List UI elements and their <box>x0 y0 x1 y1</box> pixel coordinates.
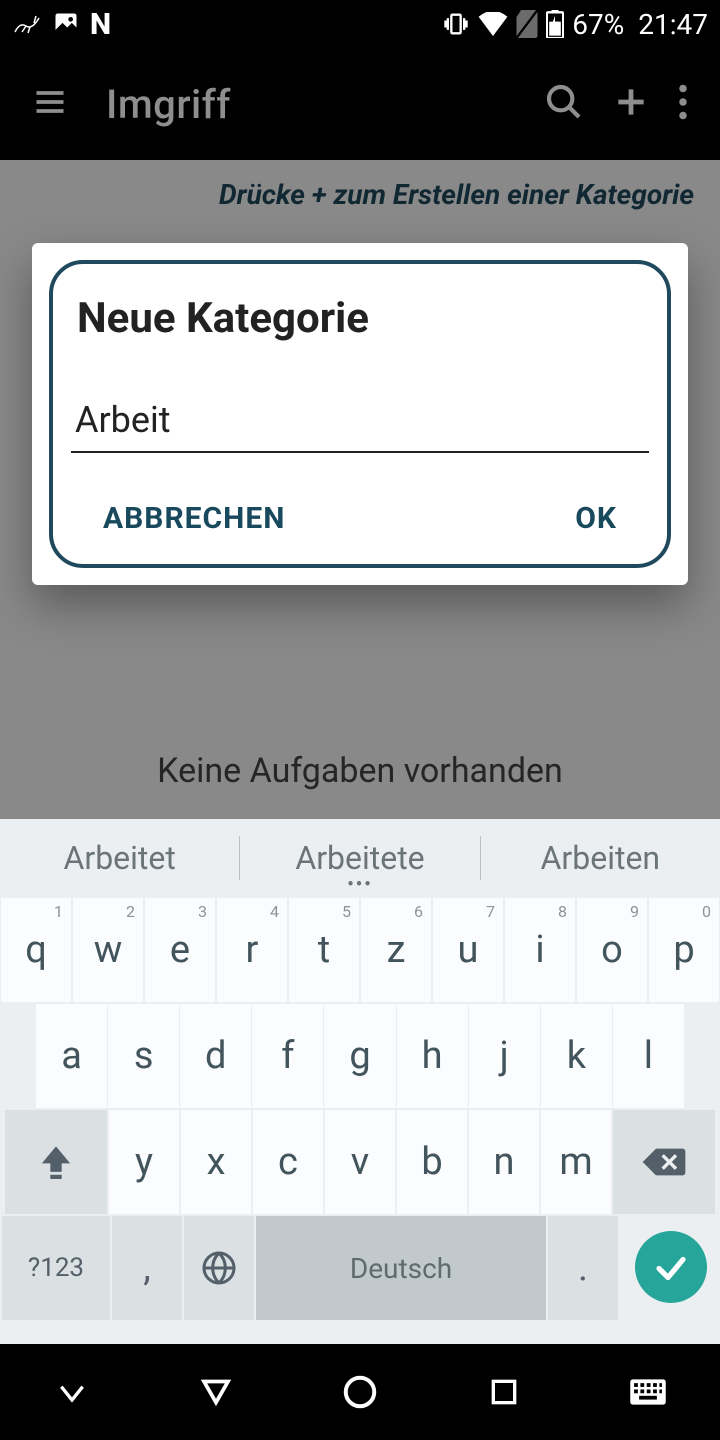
key-m[interactable]: m <box>541 1110 611 1214</box>
key-j[interactable]: j <box>469 1004 540 1108</box>
add-icon[interactable] <box>598 83 664 125</box>
image-icon <box>52 10 80 38</box>
key-w[interactable]: w2 <box>73 898 143 1002</box>
recents-button[interactable] <box>474 1362 534 1422</box>
search-icon[interactable] <box>530 82 598 126</box>
enter-key[interactable] <box>635 1231 707 1303</box>
comma-key[interactable]: , <box>112 1216 182 1320</box>
no-sim-icon <box>516 10 538 38</box>
key-f[interactable]: f <box>252 1004 323 1108</box>
cancel-button[interactable]: ABBRECHEN <box>77 493 311 544</box>
key-x[interactable]: x <box>181 1110 251 1214</box>
overflow-icon[interactable] <box>664 84 702 124</box>
key-c[interactable]: c <box>253 1110 323 1214</box>
key-t[interactable]: t5 <box>289 898 359 1002</box>
clock: 21:47 <box>638 8 708 41</box>
suggestion-2[interactable]: Arbeitete <box>240 839 479 877</box>
language-key[interactable] <box>184 1216 254 1320</box>
key-y[interactable]: y <box>109 1110 179 1214</box>
symbols-key[interactable]: ?123 <box>2 1216 110 1320</box>
soft-keyboard: Arbeitet Arbeitete Arbeiten ••• q1w2e3r4… <box>0 819 720 1344</box>
suggestion-3[interactable]: Arbeiten <box>481 839 720 877</box>
key-v[interactable]: v <box>325 1110 395 1214</box>
key-o[interactable]: o9 <box>577 898 647 1002</box>
home-button[interactable] <box>330 1362 390 1422</box>
category-name-input[interactable] <box>71 389 649 453</box>
key-a[interactable]: a <box>36 1004 107 1108</box>
key-r[interactable]: r4 <box>217 898 287 1002</box>
key-u[interactable]: u7 <box>433 898 503 1002</box>
battery-charging-icon <box>546 10 564 38</box>
key-q[interactable]: q1 <box>1 898 71 1002</box>
key-d[interactable]: d <box>180 1004 251 1108</box>
suggestion-bar: Arbeitet Arbeitete Arbeiten ••• <box>0 819 720 897</box>
key-b[interactable]: b <box>397 1110 467 1214</box>
battery-percent: 67% <box>572 8 624 41</box>
status-bar: N 67% 21:47 <box>0 0 720 48</box>
key-e[interactable]: e3 <box>145 898 215 1002</box>
key-s[interactable]: s <box>108 1004 179 1108</box>
more-suggestions-icon[interactable]: ••• <box>347 874 372 895</box>
key-g[interactable]: g <box>324 1004 395 1108</box>
key-z[interactable]: z6 <box>361 898 431 1002</box>
key-k[interactable]: k <box>541 1004 612 1108</box>
wifi-icon <box>478 12 508 36</box>
app-bar: Imgriff <box>0 48 720 160</box>
keyboard-hide-icon[interactable] <box>42 1362 102 1422</box>
n-icon: N <box>90 7 111 42</box>
key-i[interactable]: i8 <box>505 898 575 1002</box>
suggestion-1[interactable]: Arbeitet <box>0 839 239 877</box>
backspace-key[interactable] <box>613 1110 715 1214</box>
period-key[interactable]: . <box>548 1216 618 1320</box>
keyboard-switch-icon[interactable] <box>618 1362 678 1422</box>
key-l[interactable]: l <box>613 1004 684 1108</box>
dialog-title: Neue Kategorie <box>71 294 649 343</box>
key-p[interactable]: p0 <box>649 898 719 1002</box>
new-category-dialog: Neue Kategorie ABBRECHEN OK <box>32 243 688 585</box>
key-n[interactable]: n <box>469 1110 539 1214</box>
key-h[interactable]: h <box>397 1004 468 1108</box>
menu-icon[interactable] <box>18 84 82 124</box>
ok-button[interactable]: OK <box>549 493 643 544</box>
app-title: Imgriff <box>82 81 530 128</box>
vibrate-icon <box>442 10 470 38</box>
back-button[interactable] <box>186 1362 246 1422</box>
navigation-bar <box>0 1344 720 1440</box>
space-key[interactable]: Deutsch <box>256 1216 546 1320</box>
lizard-icon <box>12 12 42 36</box>
shift-key[interactable] <box>5 1110 107 1214</box>
